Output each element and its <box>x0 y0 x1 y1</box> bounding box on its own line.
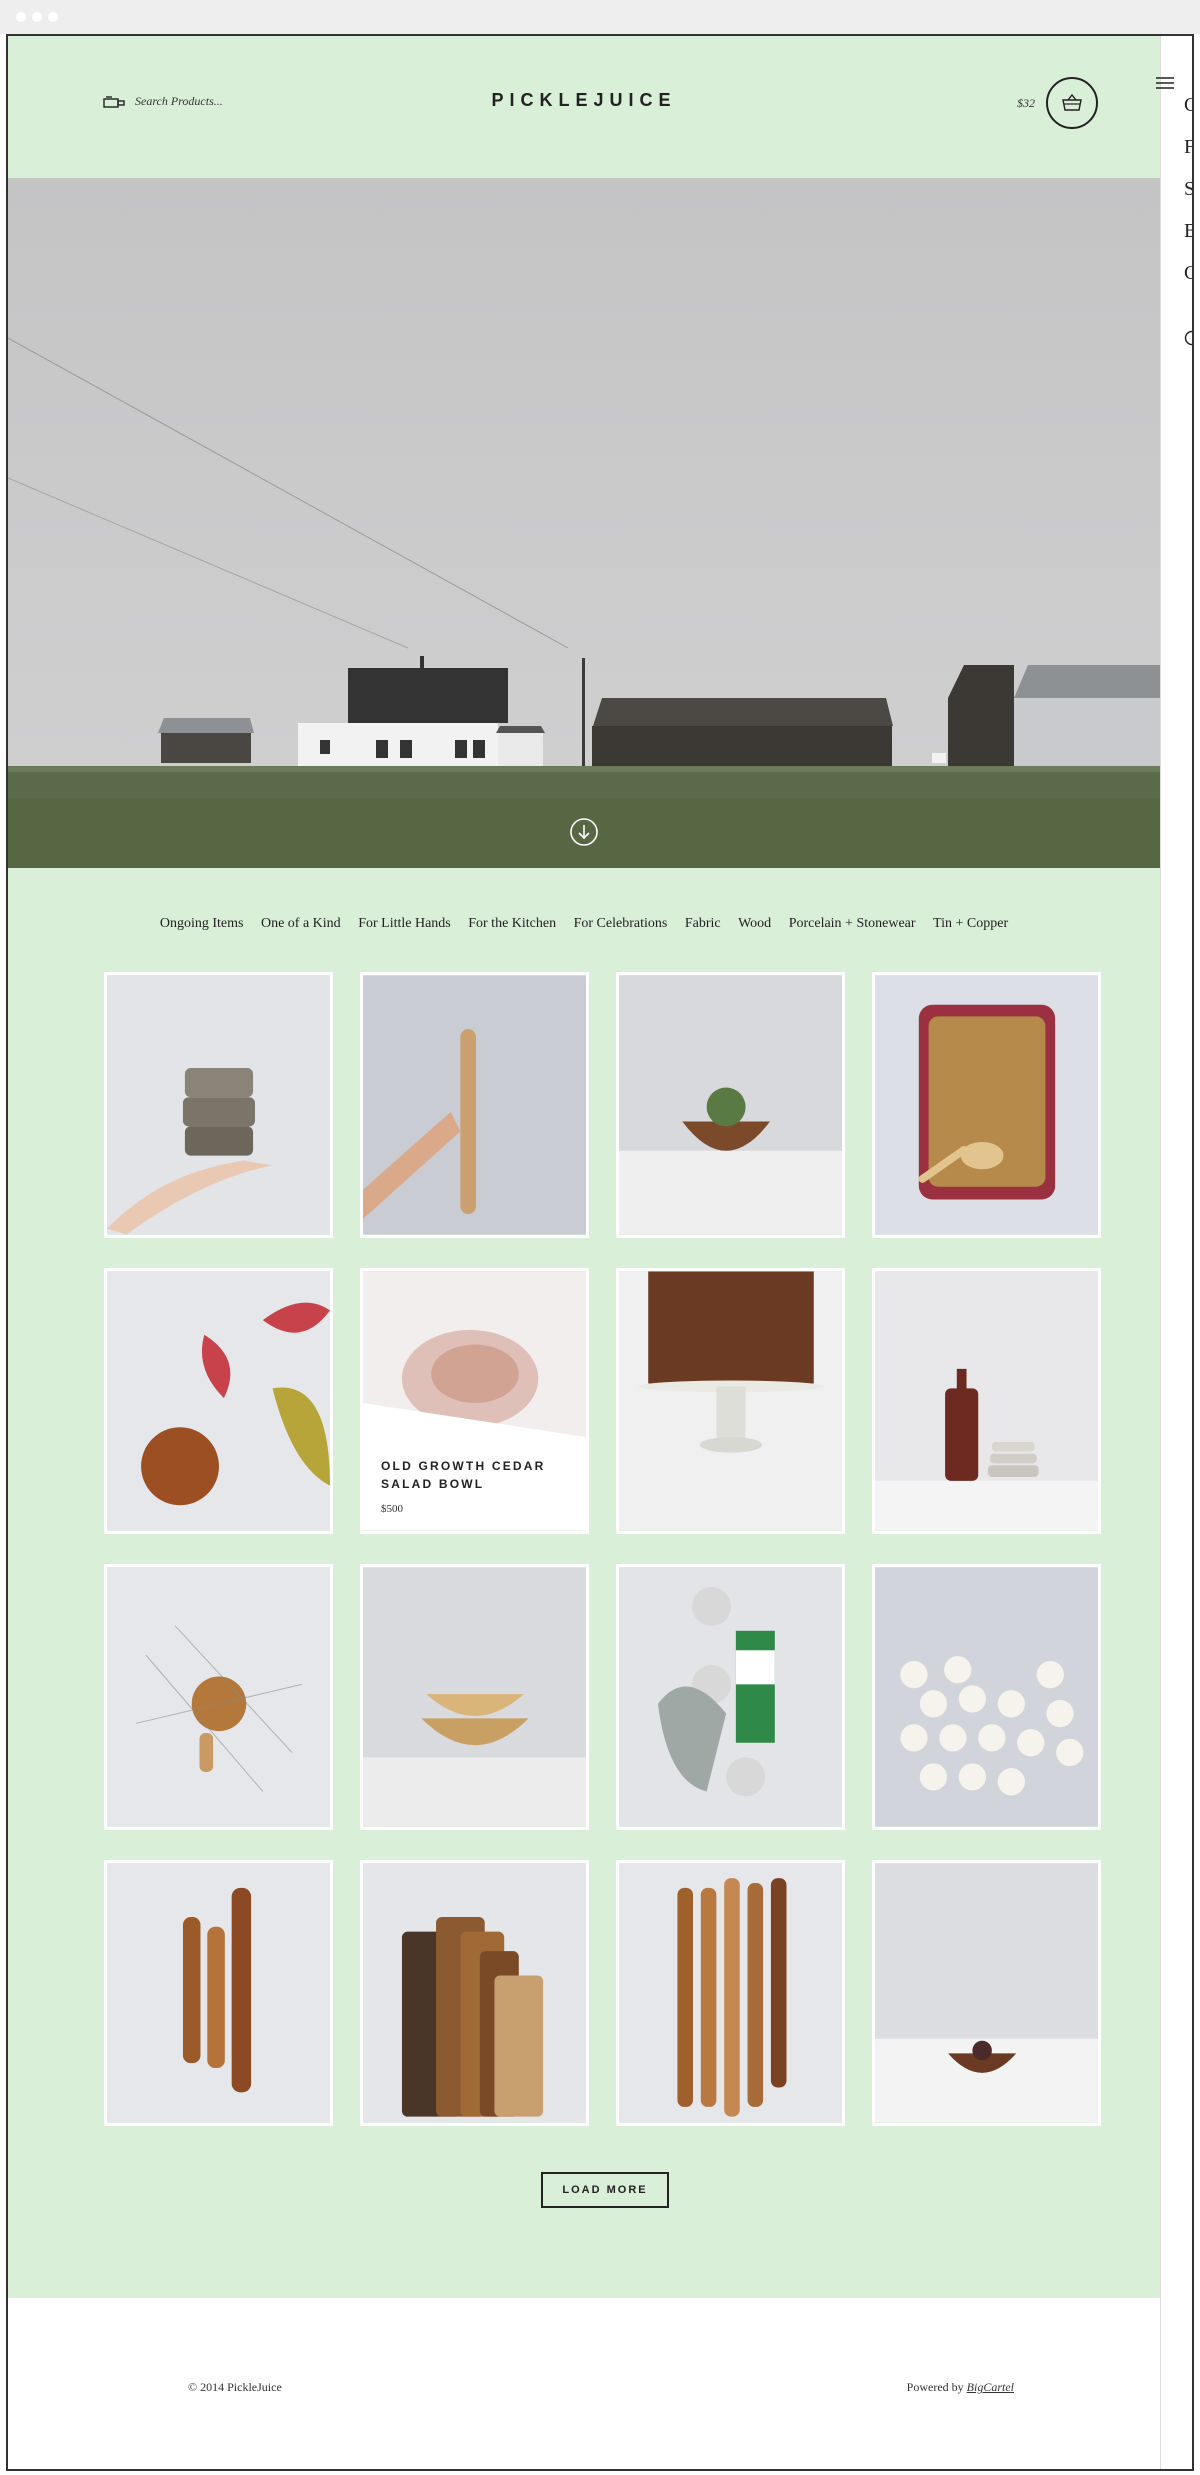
category-link[interactable]: Fabric <box>685 916 721 931</box>
product-tile-nested-bowls[interactable] <box>360 1564 589 1830</box>
cart-button[interactable] <box>1046 77 1098 129</box>
window-dot <box>48 12 58 22</box>
side-menu-item[interactable]: B <box>1184 220 1192 243</box>
category-link[interactable]: Tin + Copper <box>933 916 1008 931</box>
product-tile-chocolate-cake[interactable] <box>616 1268 845 1534</box>
product-tile-five-rolling-pins[interactable] <box>616 1860 845 2126</box>
product-tile-milk-carton[interactable] <box>616 1564 845 1830</box>
side-menu-item[interactable]: C <box>1184 94 1192 117</box>
category-link[interactable]: For Celebrations <box>574 916 668 931</box>
category-link[interactable]: Ongoing Items <box>160 916 244 931</box>
category-link[interactable]: Porcelain + Stonewear <box>789 916 916 931</box>
site-logo[interactable]: PICKLEJUICE <box>8 90 1160 111</box>
category-link[interactable]: For the Kitchen <box>468 916 556 931</box>
browser-chrome <box>0 0 1200 34</box>
product-tile-small-bowl-figs[interactable] <box>872 1860 1101 2126</box>
category-link[interactable]: One of a Kind <box>261 916 341 931</box>
product-tile-cutting-boards[interactable] <box>360 1860 589 2126</box>
product-tile-three-rolling-pins[interactable] <box>104 1860 333 2126</box>
side-menu-icon[interactable] <box>1184 330 1194 346</box>
product-title: OLD GROWTH CEDAR SALAD BOWL <box>381 1459 546 1491</box>
category-link[interactable]: For Little Hands <box>358 916 451 931</box>
site-header: PICKLEJUICE $32 <box>8 36 1160 178</box>
category-link[interactable]: Wood <box>738 916 771 931</box>
side-menu-item[interactable]: S <box>1184 178 1192 201</box>
product-tile-bottle-bowls[interactable] <box>872 1268 1101 1534</box>
product-tile-crumble-dish[interactable] <box>872 972 1101 1238</box>
cart-total[interactable]: $32 <box>1017 96 1035 111</box>
product-tile-watermelon-bowl[interactable] <box>104 1268 333 1534</box>
copyright-text: © 2014 PickleJuice <box>188 2380 282 2394</box>
product-tile-rolling-pin[interactable] <box>360 972 589 1238</box>
product-tile-tealights[interactable] <box>872 1564 1101 1830</box>
window-dot <box>32 12 42 22</box>
basket-icon <box>1062 93 1082 111</box>
product-price: $500 <box>381 1503 403 1515</box>
powered-by-label: Powered by <box>906 2380 964 2394</box>
product-tile-mortar-pestle[interactable] <box>104 1564 333 1830</box>
site-body: PICKLEJUICE $32 <box>8 36 1160 2298</box>
product-hover-overlay: OLD GROWTH CEDAR SALAD BOWL $500 <box>363 1271 586 1531</box>
browser-viewport: PICKLEJUICE $32 <box>6 34 1194 2471</box>
product-tile-cedar-salad-bowl[interactable]: OLD GROWTH CEDAR SALAD BOWL $500 <box>360 1268 589 1534</box>
product-tile-stacked-wood[interactable] <box>104 972 333 1238</box>
side-menu-item[interactable]: F <box>1184 136 1192 159</box>
pointer-cursor-icon <box>529 1499 589 1534</box>
window-dot <box>16 12 26 22</box>
product-tile-artichoke-bowl[interactable] <box>616 972 845 1238</box>
hamburger-icon[interactable] <box>1156 76 1174 90</box>
side-menu-panel <box>1160 36 1192 2469</box>
arrow-down-icon[interactable] <box>568 816 600 848</box>
powered-by: Powered by BigCartel <box>907 2380 1014 2395</box>
site-footer: © 2014 PickleJuice Powered by BigCartel <box>8 2298 1160 2469</box>
bigcartel-link[interactable]: BigCartel <box>967 2380 1014 2394</box>
category-nav: Ongoing Items One of a Kind For Little H… <box>8 916 1160 932</box>
hero-image <box>8 178 1160 868</box>
side-menu-item[interactable]: C <box>1184 262 1192 285</box>
load-more-button[interactable]: LOAD MORE <box>541 2172 669 2208</box>
